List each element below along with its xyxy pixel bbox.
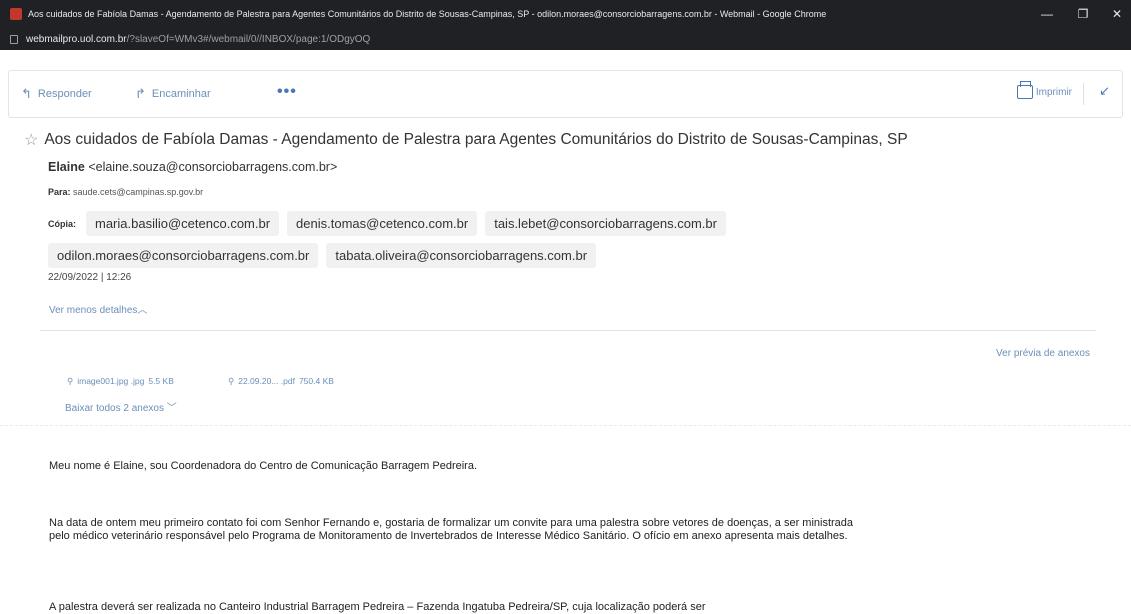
paperclip-icon: ⚲ <box>67 376 74 386</box>
body-paragraph: A palestra deverá ser realizada no Cante… <box>49 601 706 613</box>
chevron-up-icon: ︿ <box>137 305 148 316</box>
download-all-link[interactable]: Baixar todos 2 anexos ﹀ <box>65 399 177 414</box>
header-divider <box>40 330 1096 331</box>
cc-chip[interactable]: maria.basilio@cetenco.com.br <box>86 211 280 236</box>
sender-name: Elaine <box>48 160 85 174</box>
attachment-size: 5.5 KB <box>148 376 174 386</box>
url-host: webmailpro.uol.com.br <box>26 33 127 45</box>
address-bar[interactable]: webmailpro.uol.com.br/?slaveOf=WMv3#/web… <box>0 28 1131 50</box>
cc-chip[interactable]: tabata.oliveira@consorciobarragens.com.b… <box>326 243 597 268</box>
recipient-to: Para: saude.cets@campinas.sp.gov.br <box>48 187 203 197</box>
body-divider <box>0 425 1131 426</box>
cc-chip[interactable]: odilon.moraes@consorciobarragens.com.br <box>48 243 319 268</box>
cc-row: Cópia: maria.basilio@cetenco.com.br deni… <box>48 211 726 236</box>
download-all-label: Baixar todos 2 anexos <box>65 403 164 414</box>
cc-chip[interactable]: denis.tomas@cetenco.com.br <box>287 211 478 236</box>
to-address[interactable]: saude.cets@campinas.sp.gov.br <box>73 187 203 197</box>
cc-chip[interactable]: tais.lebet@consorciobarragens.com.br <box>485 211 726 236</box>
less-details-link[interactable]: Ver menos detalhes︿ <box>49 301 147 316</box>
reply-label: Responder <box>37 88 92 100</box>
message-date: 22/09/2022 | 12:26 <box>48 272 132 283</box>
attachment-name: 22.09.20... .pdf <box>238 376 295 386</box>
body-paragraph: Na data de ontem meu primeiro contato fo… <box>49 517 854 542</box>
close-icon[interactable]: ✕ <box>1100 0 1131 28</box>
reply-icon: ↰ <box>21 86 32 101</box>
message-toolbar: ↰ Responder ↱ Encaminhar ••• Imprimir ↙ <box>8 70 1123 118</box>
star-icon[interactable]: ☆ <box>24 130 38 150</box>
printer-icon <box>1016 81 1033 99</box>
cc-row: odilon.moraes@consorciobarragens.com.br … <box>48 243 597 268</box>
paperclip-icon: ⚲ <box>228 376 235 386</box>
mail-app-icon <box>10 8 22 20</box>
body-paragraph: Meu nome é Elaine, sou Coordenadora do C… <box>49 460 478 472</box>
sender[interactable]: Elaine <elaine.souza@consorciobarragens.… <box>48 160 337 174</box>
print-button[interactable]: Imprimir <box>1016 81 1072 99</box>
page-title: Aos cuidados de Fabíola Damas - Agendame… <box>44 131 908 148</box>
to-label: Para: <box>48 187 71 197</box>
sender-email: <elaine.souza@consorciobarragens.com.br> <box>88 160 338 174</box>
forward-icon: ↱ <box>135 86 146 101</box>
message-subject-row: ☆ Aos cuidados de Fabíola Damas - Agenda… <box>24 130 908 150</box>
attachment-item[interactable]: ⚲ image001.jpg .jpg 5.5 KB <box>67 376 174 387</box>
attachment-name: image001.jpg .jpg <box>77 376 145 386</box>
window-title-bar: Aos cuidados de Fabíola Damas - Agendame… <box>0 0 1131 28</box>
attachments-preview-link[interactable]: Ver prévia de anexos <box>996 348 1090 359</box>
toolbar-divider <box>1083 83 1084 105</box>
attachment-item[interactable]: ⚲ 22.09.20... .pdf 750.4 KB <box>228 376 334 387</box>
reply-button[interactable]: ↰ Responder <box>21 86 92 102</box>
more-actions-button[interactable]: ••• <box>277 83 297 101</box>
lock-icon <box>10 34 18 44</box>
collapse-icon[interactable]: ↙ <box>1099 83 1110 99</box>
url-path: /?slaveOf=WMv3#/webmail/0//INBOX/page:1/… <box>126 33 371 45</box>
forward-label: Encaminhar <box>151 88 211 100</box>
attachment-size: 750.4 KB <box>298 376 334 386</box>
minimize-icon[interactable]: — <box>1030 0 1064 28</box>
window-title: Aos cuidados de Fabíola Damas - Agendame… <box>28 9 827 19</box>
forward-button[interactable]: ↱ Encaminhar <box>135 86 211 102</box>
maximize-icon[interactable]: ❐ <box>1066 0 1100 28</box>
cc-label: Cópia: <box>48 218 76 229</box>
chevron-down-icon: ﹀ <box>166 403 177 414</box>
print-label: Imprimir <box>1035 86 1072 98</box>
less-details-label: Ver menos detalhes <box>49 305 138 316</box>
